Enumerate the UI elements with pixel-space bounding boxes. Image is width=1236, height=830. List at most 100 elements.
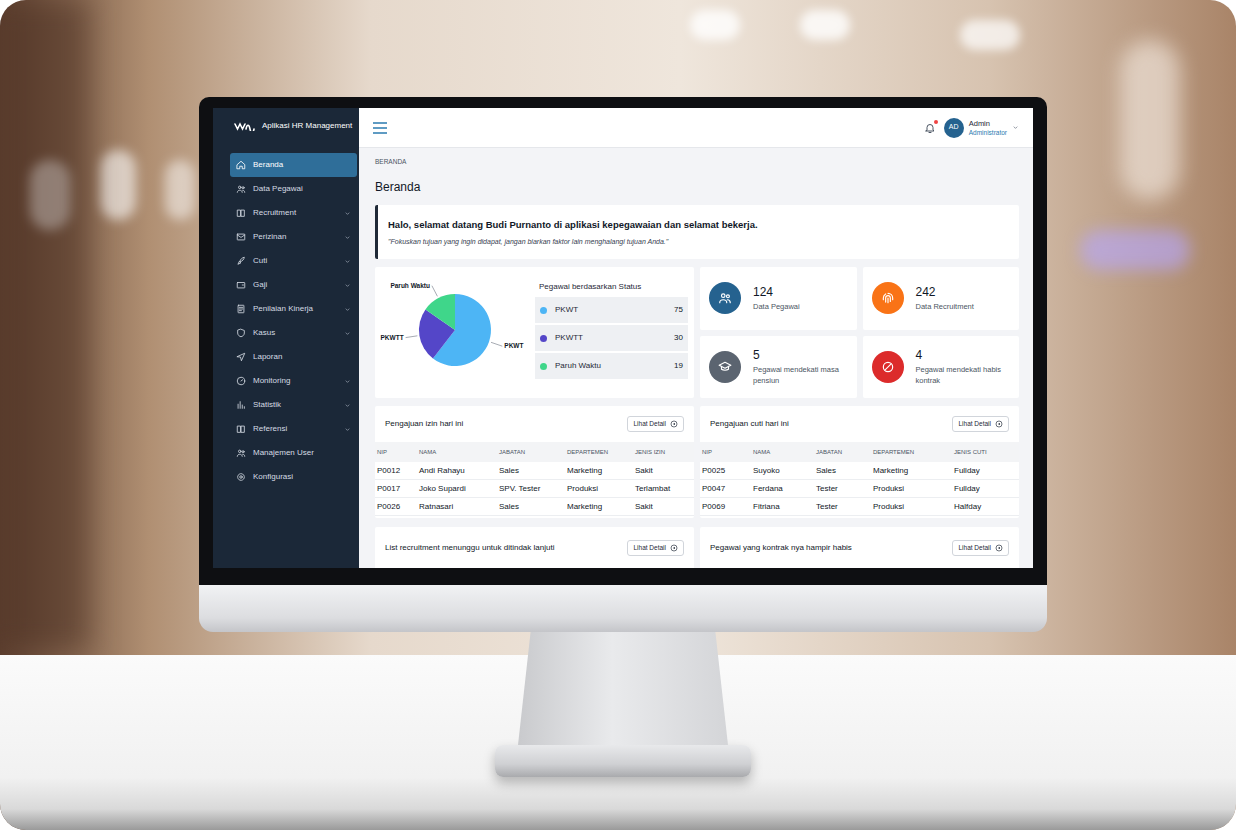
stat-text: 124Data Pegawai (753, 285, 848, 312)
stat-card[interactable]: 5Pegawai mendekati masa pensiun (700, 336, 857, 399)
table-row[interactable]: P0017Joko SupardiSPV. TesterProduksiTerl… (375, 480, 694, 498)
table-row[interactable]: P0025SuyokoSalesMarketingFullday (700, 462, 1019, 480)
table-cell: Terlambat (635, 483, 694, 495)
chevron-down-icon (1012, 124, 1019, 131)
topbar: AD Admin Administrator (359, 108, 1033, 148)
column-header: NAMA (753, 448, 816, 457)
table-cell: Fullday (954, 483, 1019, 495)
arrow-circle-icon (995, 544, 1003, 552)
arrow-circle-icon (670, 544, 678, 552)
table-cell: Sales (816, 465, 873, 477)
chart-legend: PKWT75PKWTT30Paruh Waktu19 (535, 297, 688, 379)
hamburger-menu-icon[interactable] (373, 122, 387, 134)
detail-button[interactable]: Lihat Detail (952, 540, 1009, 556)
doc-icon-svg (236, 304, 246, 314)
status-chart-card: PKWTPKWTTParuh Waktu Pegawai berdasarkan… (375, 267, 694, 398)
sidebar-item[interactable]: Perizinan (230, 225, 357, 249)
user-menu[interactable]: AD Admin Administrator (944, 118, 1019, 138)
sidebar-item[interactable]: Laporan (230, 345, 357, 369)
legend-row: Paruh Waktu19 (535, 353, 688, 379)
column-header: JENIS IZIN (635, 448, 694, 457)
shield-icon (236, 328, 246, 338)
users-icon (718, 291, 732, 305)
sidebar-item[interactable]: Gaji (230, 273, 357, 297)
notification-button[interactable] (924, 122, 936, 134)
table-cell: Fitriana (753, 501, 816, 513)
users-icon (236, 448, 246, 458)
sidebar-item[interactable]: Recruitment (230, 201, 357, 225)
app-logo[interactable]: Aplikasi HR Management (230, 108, 357, 144)
table-row[interactable]: P0047FerdanaTesterProduksiFullday (700, 480, 1019, 498)
column-header: DEPARTEMEN (567, 448, 635, 457)
sidebar-item[interactable]: Manajemen User (230, 441, 357, 465)
sidebar-menu: BerandaData PegawaiRecruitmentPerizinanC… (230, 144, 357, 489)
monitor-bezel: Aplikasi HR Management BerandaData Pegaw… (199, 97, 1047, 585)
table-row[interactable]: P0026RatnasariSalesMarketingSakit (375, 498, 694, 516)
sidebar-item[interactable]: Statistik (230, 393, 357, 417)
sidebar-item[interactable]: Penilaian Kinerja (230, 297, 357, 321)
chevron-svg (344, 282, 351, 289)
detail-button-label: Lihat Detail (958, 419, 991, 429)
user-name: Admin (969, 119, 1007, 128)
screen: Aplikasi HR Management BerandaData Pegaw… (213, 108, 1033, 568)
sidebar-item[interactable]: Referensi (230, 417, 357, 441)
table-cell: Sakit (635, 501, 694, 513)
table-cell: P0026 (377, 501, 419, 513)
chevron-down-icon (344, 330, 351, 337)
sidebar: Aplikasi HR Management BerandaData Pegaw… (213, 108, 359, 568)
stat-card[interactable]: 4Pegawai mendekati habis kontrak (863, 336, 1020, 399)
send-icon-svg (236, 352, 246, 362)
sidebar-item[interactable]: Beranda (230, 153, 357, 177)
table-cell: Sakit (635, 465, 694, 477)
card-header: Pengajuan izin hari iniLihat Detail (375, 406, 694, 442)
chevron-svg (344, 306, 351, 313)
legend-row: PKWT75 (535, 297, 688, 323)
pie-slice[interactable] (425, 294, 455, 330)
pie-label: Paruh Waktu (390, 282, 430, 290)
detail-button-label: Lihat Detail (958, 543, 991, 553)
table-cell: Sales (499, 465, 567, 477)
stat-card[interactable]: 242Data Recruitment (863, 267, 1020, 330)
sidebar-item[interactable]: Cuti (230, 249, 357, 273)
chevron-svg (344, 210, 351, 217)
users-icon (236, 184, 246, 194)
detail-button[interactable]: Lihat Detail (952, 416, 1009, 432)
table-cell: P0017 (377, 483, 419, 495)
pie-leader-line (406, 336, 418, 338)
sidebar-item-label: Gaji (253, 280, 337, 290)
sidebar-item[interactable]: Kasus (230, 321, 357, 345)
column-header: NAMA (419, 448, 499, 457)
page-header: BERANDA Beranda (375, 148, 1019, 205)
chevron-svg (344, 426, 351, 433)
table-row[interactable]: P0069FitrianaTesterProduksiHalfday (700, 498, 1019, 516)
chevron-svg (344, 258, 351, 265)
chevron-down-icon (344, 378, 351, 385)
stat-text: 242Data Recruitment (916, 285, 1011, 312)
sidebar-item-label: Laporan (253, 352, 337, 362)
table-cell: Sales (499, 501, 567, 513)
table-cell: Marketing (873, 465, 954, 477)
block-icon-svg (881, 360, 895, 374)
chevron-down-icon (344, 402, 351, 409)
stat-text: 4Pegawai mendekati habis kontrak (916, 348, 1011, 386)
sidebar-item[interactable]: Data Pegawai (230, 177, 357, 201)
column-header: DEPARTEMEN (873, 448, 954, 457)
detail-button[interactable]: Lihat Detail (627, 540, 684, 556)
photo-frame: Aplikasi HR Management BerandaData Pegaw… (0, 0, 1236, 830)
sidebar-item-label: Penilaian Kinerja (253, 304, 337, 314)
rocket-icon-svg (236, 256, 246, 266)
sidebar-item[interactable]: Monitoring (230, 369, 357, 393)
table-row[interactable]: P0012Andi RahayuSalesMarketingSakit (375, 462, 694, 480)
table-header: NIPNAMAJABATANDEPARTEMENJENIS CUTI (700, 442, 1019, 462)
detail-button[interactable]: Lihat Detail (627, 416, 684, 432)
sidebar-item[interactable]: Konfigurasi (230, 465, 357, 489)
legend-count: 30 (674, 332, 683, 344)
stat-card[interactable]: 124Data Pegawai (700, 267, 857, 330)
stat-value: 242 (916, 285, 1011, 300)
table-cell: P0069 (702, 501, 753, 513)
table-cell: P0047 (702, 483, 753, 495)
welcome-greeting: Halo, selamat datang Budi Purnanto di ap… (388, 218, 1009, 231)
doc-icon (236, 304, 246, 314)
fingerprint-icon (881, 291, 895, 305)
table-cell: Halfday (954, 501, 1019, 513)
